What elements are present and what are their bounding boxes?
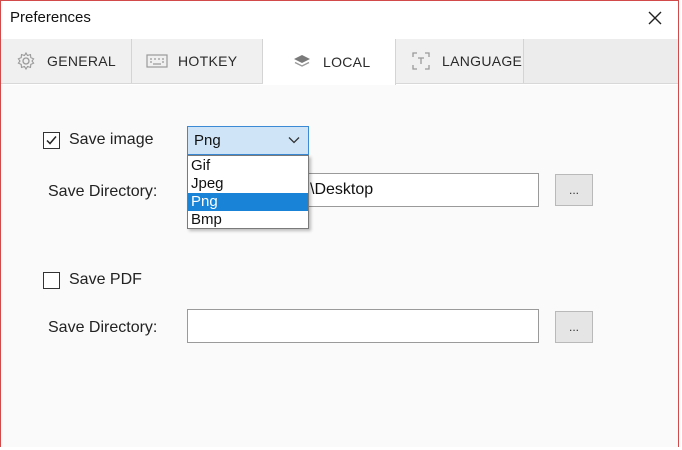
save-pdf-row: Save PDF xyxy=(43,271,142,289)
layers-icon xyxy=(291,51,313,73)
format-option-gif[interactable]: Gif xyxy=(188,157,308,175)
pdf-directory-field[interactable] xyxy=(187,309,539,343)
save-image-row: Save image xyxy=(43,131,154,149)
close-icon xyxy=(648,11,662,25)
tab-local[interactable]: LOCAL xyxy=(263,39,396,85)
preferences-window: Preferences GENERAL HOTKEY LOCAL LANGUAG… xyxy=(0,0,679,447)
tab-general[interactable]: GENERAL xyxy=(1,39,132,83)
window-title: Preferences xyxy=(10,9,91,26)
image-browse-button[interactable]: ... xyxy=(555,174,593,206)
text-recognize-icon xyxy=(410,50,432,72)
image-format-selected: Png xyxy=(194,132,221,149)
tab-language[interactable]: LANGUAGE xyxy=(396,39,524,83)
save-image-checkbox[interactable] xyxy=(43,131,60,149)
tab-language-label: LANGUAGE xyxy=(442,53,523,69)
format-option-bmp[interactable]: Bmp xyxy=(188,211,308,229)
title-bar: Preferences xyxy=(1,1,678,37)
gear-icon xyxy=(15,50,37,72)
format-option-jpeg[interactable]: Jpeg xyxy=(188,175,308,193)
tab-hotkey-label: HOTKEY xyxy=(178,53,238,69)
tab-general-label: GENERAL xyxy=(47,53,117,69)
tab-local-label: LOCAL xyxy=(323,54,371,70)
image-directory-label: Save Directory: xyxy=(48,183,158,200)
image-directory-value: \Desktop xyxy=(310,181,374,198)
tab-bar: GENERAL HOTKEY LOCAL LANGUAGE xyxy=(1,39,678,85)
pdf-directory-label: Save Directory: xyxy=(48,319,158,336)
image-format-dropdown: Gif Jpeg Png Bmp xyxy=(187,155,309,229)
close-button[interactable] xyxy=(640,3,670,33)
chevron-down-icon xyxy=(288,137,300,144)
keyboard-icon xyxy=(146,50,168,72)
tab-hotkey[interactable]: HOTKEY xyxy=(132,39,263,83)
image-format-select[interactable]: Png xyxy=(187,126,309,155)
save-image-label: Save image xyxy=(69,131,154,148)
save-pdf-checkbox[interactable] xyxy=(43,271,60,289)
format-option-png[interactable]: Png xyxy=(188,193,308,211)
checkmark-icon xyxy=(46,135,57,145)
save-pdf-label: Save PDF xyxy=(69,271,142,288)
pdf-browse-button[interactable]: ... xyxy=(555,311,593,343)
